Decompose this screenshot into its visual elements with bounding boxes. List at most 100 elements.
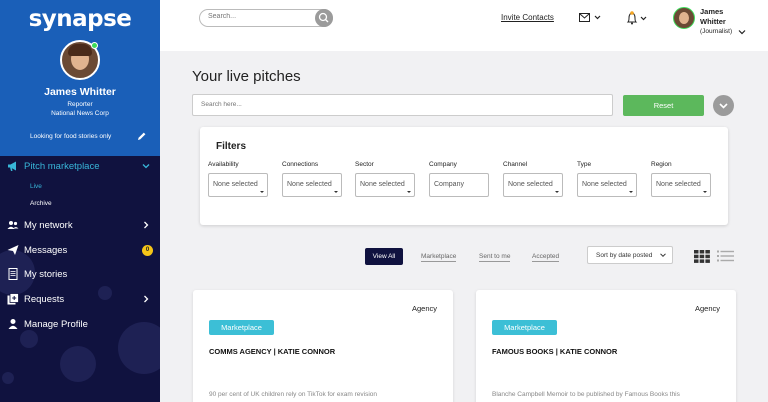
sidebar-item-label: Manage Profile <box>24 319 88 330</box>
filters-title: Filters <box>216 141 247 152</box>
header-avatar[interactable] <box>673 7 695 29</box>
toggle-filters-button[interactable] <box>713 95 734 116</box>
sidebar-item-my-stories[interactable]: My stories <box>0 266 160 284</box>
filter-select[interactable]: None selected <box>282 173 342 197</box>
mail-icon[interactable] <box>579 13 603 23</box>
add-request-icon <box>7 293 19 305</box>
filter-value: Company <box>434 181 464 188</box>
header-search-button[interactable] <box>315 9 333 27</box>
filter-label: Availability <box>208 161 239 168</box>
sidebar: synapse James Whitter Reporter National … <box>0 0 160 402</box>
filter-region: Region None selected <box>651 161 711 197</box>
chevron-right-icon <box>144 295 149 303</box>
sort-select[interactable]: Sort by date posted <box>587 246 673 264</box>
filter-value: None selected <box>360 181 405 188</box>
messages-count-badge: 0 <box>142 245 153 256</box>
dropdown-arrow-icon <box>260 191 264 193</box>
pitch-card[interactable]: Agency Marketplace FAMOUS BOOKS | KATIE … <box>476 290 736 402</box>
chevron-right-icon <box>144 221 149 229</box>
filter-label: Type <box>577 161 592 168</box>
dropdown-arrow-icon <box>334 191 338 193</box>
sidebar-item-requests[interactable]: Requests <box>0 291 160 309</box>
filter-select[interactable]: None selected <box>577 173 637 197</box>
pitch-card-title[interactable]: COMMS AGENCY | KATIE CONNOR <box>209 347 335 356</box>
online-status-dot <box>91 42 98 49</box>
chevron-down-icon <box>719 103 728 109</box>
user-role: Reporter <box>67 101 93 108</box>
sidebar-item-messages[interactable]: Messages 0 <box>0 242 160 260</box>
filter-value: None selected <box>656 181 701 188</box>
pitch-card-title[interactable]: FAMOUS BOOKS | KATIE CONNOR <box>492 347 617 356</box>
filter-connections: Connections None selected <box>282 161 342 197</box>
sidebar-item-label: Pitch marketplace <box>24 161 100 172</box>
filter-sector: Sector None selected <box>355 161 415 197</box>
sidebar-item-label: My stories <box>24 269 68 280</box>
search-icon <box>318 12 329 23</box>
header-search-input[interactable] <box>208 13 308 20</box>
sidebar-item-pitch-marketplace[interactable]: Pitch marketplace <box>0 158 160 176</box>
reset-button[interactable]: Reset <box>623 95 704 116</box>
chevron-down-icon <box>142 164 150 169</box>
filter-label: Connections <box>282 161 319 168</box>
tab-view-all[interactable]: View All <box>365 248 403 265</box>
tab-marketplace[interactable]: Marketplace <box>421 253 457 262</box>
logo[interactable]: synapse <box>0 6 160 32</box>
pitch-card-tag: Marketplace <box>209 320 274 335</box>
page-title: Your live pitches <box>192 68 301 85</box>
dropdown-arrow-icon <box>629 191 633 193</box>
filter-type: Type None selected <box>577 161 637 197</box>
filters-panel: Filters Availability None selected Conne… <box>200 127 728 225</box>
user-status-text: Looking for food stories only <box>30 133 112 140</box>
filter-select[interactable]: None selected <box>208 173 268 197</box>
filter-value: None selected <box>287 181 332 188</box>
sidebar-subitem-archive[interactable]: Archive <box>30 200 52 207</box>
filter-select[interactable]: None selected <box>503 173 563 197</box>
dropdown-arrow-icon <box>555 191 559 193</box>
filter-label: Sector <box>355 161 374 168</box>
user-organisation: National News Corp <box>51 110 109 117</box>
tab-sent-to-me[interactable]: Sent to me <box>479 253 511 262</box>
pitch-search <box>192 94 613 116</box>
list-view-icon[interactable] <box>717 250 734 262</box>
grid-view-icon[interactable] <box>694 250 710 263</box>
document-icon <box>8 268 18 280</box>
filter-value: None selected <box>213 181 258 188</box>
header-user-role[interactable]: (Journalist) <box>700 28 732 35</box>
sidebar-item-label: My network <box>24 220 73 231</box>
sidebar-item-my-network[interactable]: My network <box>0 217 160 235</box>
sort-select-value: Sort by date posted <box>596 252 653 259</box>
dropdown-arrow-icon <box>703 191 707 193</box>
people-icon <box>7 221 19 229</box>
sidebar-item-manage-profile[interactable]: Manage Profile <box>0 316 160 334</box>
filter-select[interactable]: None selected <box>651 173 711 197</box>
bell-icon[interactable] <box>625 11 651 26</box>
filter-value: None selected <box>508 181 553 188</box>
chevron-down-icon <box>660 253 666 258</box>
megaphone-icon <box>8 161 16 171</box>
filter-availability: Availability None selected <box>208 161 268 197</box>
filter-channel: Channel None selected <box>503 161 563 197</box>
pitch-card[interactable]: Agency Marketplace COMMS AGENCY | KATIE … <box>193 290 453 402</box>
filter-label: Channel <box>503 161 528 168</box>
filter-select[interactable]: None selected <box>355 173 415 197</box>
sidebar-item-label: Messages <box>24 245 68 256</box>
sidebar-profile-panel: synapse James Whitter Reporter National … <box>0 0 160 156</box>
company-input[interactable]: Company <box>429 173 489 197</box>
pitch-search-input[interactable] <box>201 101 581 108</box>
decorative-bubble <box>60 346 96 382</box>
tab-accepted[interactable]: Accepted <box>532 253 560 262</box>
filter-company: Company Company <box>429 161 489 197</box>
header-user-first-name[interactable]: James <box>700 7 723 16</box>
pitch-card-tag: Marketplace <box>492 320 557 335</box>
header-user-last-name[interactable]: Whitter <box>700 17 726 26</box>
dropdown-arrow-icon <box>407 191 411 193</box>
user-name: James Whitter <box>44 86 116 98</box>
chevron-down-icon[interactable] <box>738 29 746 35</box>
pitch-card-snippet: 90 per cent of UK children rely on TikTo… <box>209 391 377 398</box>
invite-contacts-link[interactable]: Invite Contacts <box>501 13 554 22</box>
sidebar-subitem-live[interactable]: Live <box>30 183 42 190</box>
filter-value: None selected <box>582 181 627 188</box>
pencil-icon[interactable] <box>137 131 147 141</box>
user-icon <box>8 319 18 329</box>
filter-label: Company <box>429 161 457 168</box>
